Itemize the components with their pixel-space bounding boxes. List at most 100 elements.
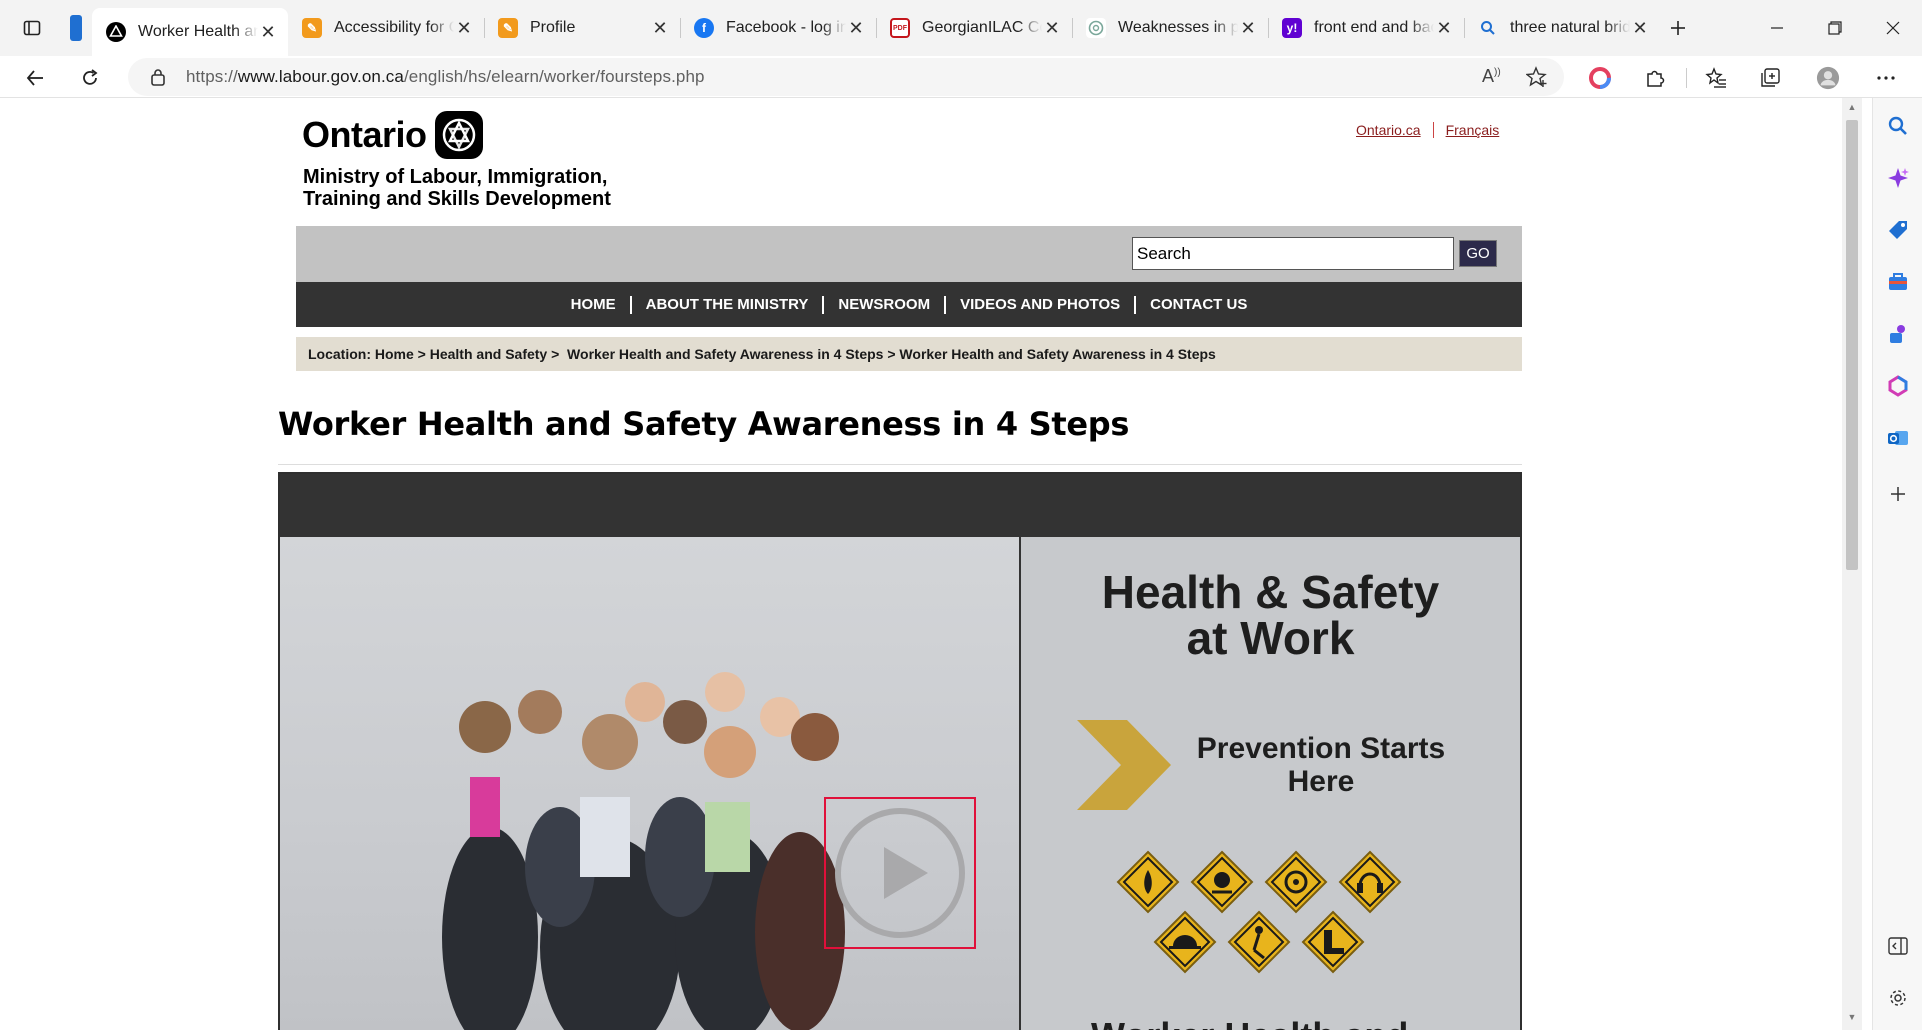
shopping-tag-icon[interactable] [1886, 218, 1910, 242]
tab-worker-health[interactable]: Worker Health and Safety Awareness in 4 … [92, 8, 288, 56]
nav-contact-us[interactable]: CONTACT US [1136, 296, 1261, 313]
page-title: Worker Health and Safety Awareness in 4 … [278, 405, 1130, 443]
pdf-icon: PDF [890, 18, 910, 38]
settings-more-icon[interactable] [1874, 66, 1898, 90]
sidebar-search-icon[interactable] [1886, 114, 1910, 138]
back-icon[interactable] [18, 61, 52, 95]
hard-hat-icon [1154, 911, 1216, 973]
tab-accessibility[interactable]: ✎ Accessibility for Ontarians ✕ [288, 8, 484, 48]
restore-icon[interactable] [1808, 8, 1862, 48]
web-page: Ontario Ministry of Labour, Immigration,… [0, 99, 1842, 1030]
tab-front-end[interactable]: y! front end and back end ✕ [1268, 8, 1464, 48]
link-separator [1432, 122, 1434, 138]
ontario-logo[interactable]: Ontario [302, 111, 483, 159]
address-toolbar: https://www.labour.gov.on.ca/english/hs/… [0, 56, 1922, 98]
gold-chevron-icon [1077, 720, 1171, 810]
video-tagline: Prevention Starts Here [1161, 732, 1481, 798]
tab-title: Facebook - log in or sign up [726, 19, 846, 36]
nav-home[interactable]: HOME [557, 296, 630, 313]
microsoft-365-icon[interactable] [1886, 374, 1910, 398]
close-icon[interactable]: ✕ [1630, 18, 1650, 39]
collections-icon[interactable] [1758, 66, 1782, 90]
close-icon[interactable]: ✕ [1434, 18, 1454, 39]
scroll-up-icon[interactable]: ▲ [1846, 102, 1858, 112]
sidebar-settings-icon[interactable] [1886, 986, 1910, 1010]
video-title-line: at Work [1186, 612, 1355, 664]
hazard-signs [1117, 851, 1401, 973]
read-aloud-icon[interactable]: A)) [1482, 66, 1501, 87]
ontario-ca-link[interactable]: Ontario.ca [1356, 122, 1421, 138]
tab-facebook[interactable]: f Facebook - log in or sign up ✕ [680, 8, 876, 48]
tab-georgian-pdf[interactable]: PDF GeorgianILAC Co-op ✕ [876, 8, 1072, 48]
window-close-icon[interactable] [1866, 8, 1920, 48]
safety-boot-icon [1302, 911, 1364, 973]
video-title-card: Health & Safety at Work Prevention Start… [1021, 537, 1520, 1030]
add-sidebar-app-icon[interactable] [1886, 482, 1910, 506]
pencil-icon: ✎ [302, 18, 322, 38]
page-scrollbar[interactable]: ▲ ▼ [1842, 98, 1862, 1030]
address-bar[interactable]: https://www.labour.gov.on.ca/english/hs/… [128, 58, 1564, 96]
hide-sidebar-icon[interactable] [1886, 934, 1910, 958]
url-path: /english/hs/elearn/worker/foursteps.php [403, 67, 705, 86]
video-title: Health & Safety at Work [1021, 569, 1520, 661]
logo-text: Ontario [302, 114, 427, 155]
color-extension-icon[interactable] [1588, 66, 1612, 90]
ontario-trillium-icon [106, 22, 126, 42]
close-icon[interactable]: ✕ [846, 18, 866, 39]
tab-title: GeorgianILAC Co-op [922, 19, 1042, 36]
scroll-thumb[interactable] [1846, 120, 1858, 570]
tab-natural-bridges[interactable]: three natural bridges ✕ [1464, 8, 1660, 48]
search-input[interactable] [1132, 237, 1454, 270]
close-icon[interactable]: ✕ [1238, 18, 1258, 39]
top-links: Ontario.ca Français [1356, 122, 1499, 138]
play-button-highlight [824, 797, 976, 949]
pencil-icon: ✎ [498, 18, 518, 38]
breadcrumb[interactable]: Location: Home > Health and Safety > Wor… [296, 337, 1522, 371]
poison-icon [1191, 851, 1253, 913]
flammable-icon [1117, 851, 1179, 913]
nav-newsroom[interactable]: NEWSROOM [824, 296, 944, 313]
tools-briefcase-icon[interactable] [1886, 270, 1910, 294]
video-subtitle-partial: Worker Health and [1091, 1015, 1408, 1030]
outlook-icon[interactable] [1886, 426, 1910, 450]
trillium-icon [434, 111, 483, 159]
close-icon[interactable]: ✕ [454, 18, 474, 39]
fall-hazard-icon [1228, 911, 1290, 973]
francais-link[interactable]: Français [1446, 122, 1500, 138]
workers-group-image [442, 672, 845, 1030]
toolbar-divider [1686, 68, 1687, 88]
tab-title: Accessibility for Ontarians [334, 19, 454, 36]
tab-weaknesses[interactable]: Weaknesses in presentation ✕ [1072, 8, 1268, 48]
tab-profile[interactable]: ✎ Profile ✕ [484, 8, 680, 48]
video-title-line: Health & Safety [1101, 566, 1440, 618]
copilot-sparkle-icon[interactable] [1886, 166, 1910, 190]
games-icon[interactable] [1886, 322, 1910, 346]
new-tab-icon[interactable] [1662, 12, 1694, 44]
add-favorite-icon[interactable] [1525, 66, 1548, 93]
lock-icon[interactable] [150, 68, 166, 91]
go-button[interactable]: GO [1459, 240, 1497, 267]
workspaces-icon[interactable] [60, 12, 92, 44]
scroll-down-icon[interactable]: ▼ [1846, 1012, 1858, 1022]
video-poster-photo[interactable] [280, 537, 1020, 1030]
close-icon[interactable]: ✕ [650, 18, 670, 39]
nav-about-ministry[interactable]: ABOUT THE MINISTRY [632, 296, 823, 313]
video-player[interactable]: Health & Safety at Work Prevention Start… [278, 472, 1522, 1030]
tab-actions-icon[interactable] [16, 12, 48, 44]
url-text: https://www.labour.gov.on.ca/english/hs/… [186, 67, 705, 87]
favorites-icon[interactable] [1704, 66, 1728, 90]
title-divider [278, 464, 1522, 465]
facebook-icon: f [694, 18, 714, 38]
ministry-line: Training and Skills Development [303, 188, 611, 210]
close-icon[interactable]: ✕ [1042, 18, 1062, 39]
minimize-icon[interactable] [1750, 8, 1804, 48]
close-icon[interactable]: ✕ [258, 22, 278, 43]
refresh-icon[interactable] [73, 61, 107, 95]
tagline-line: Prevention Starts [1196, 732, 1446, 765]
tab-title: Worker Health and Safety Awareness in 4 … [138, 23, 258, 40]
nav-videos-photos[interactable]: VIDEOS AND PHOTOS [946, 296, 1134, 313]
tab-title: three natural bridges [1510, 19, 1630, 36]
tab-title: front end and back end [1314, 19, 1434, 36]
profile-avatar-icon[interactable] [1816, 66, 1840, 90]
extensions-icon[interactable] [1643, 66, 1667, 90]
